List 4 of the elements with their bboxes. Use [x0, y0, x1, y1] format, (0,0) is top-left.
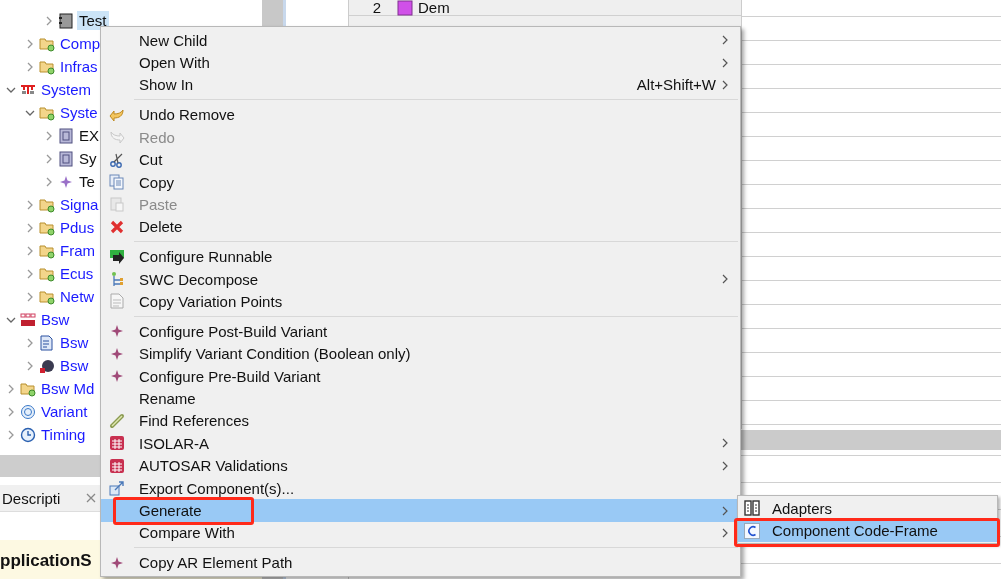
element-heading: pplicationS	[0, 551, 92, 571]
table-cell: Dem	[418, 0, 450, 16]
row-number: 2	[371, 0, 383, 16]
shortcut-text: Alt+Shift+W	[636, 76, 716, 94]
